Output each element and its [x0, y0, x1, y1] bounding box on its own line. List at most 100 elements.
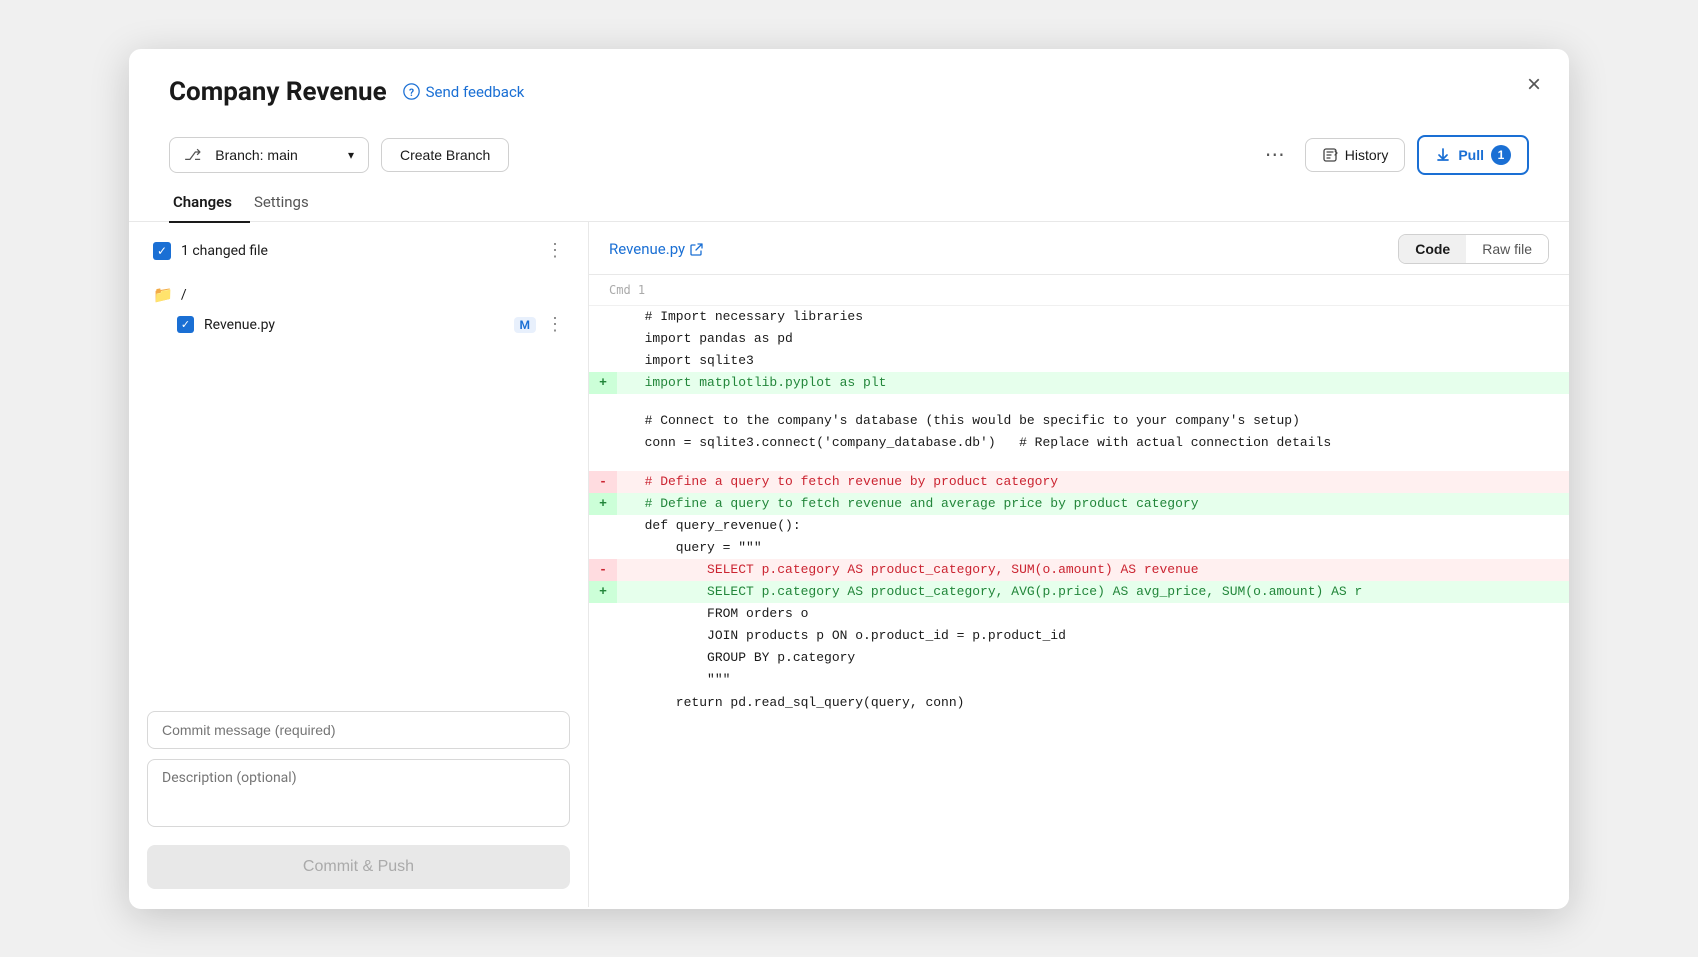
changed-files-header: ✓ 1 changed file ⋮ [147, 240, 570, 275]
code-spacer [589, 394, 1569, 410]
description-input[interactable] [147, 759, 570, 827]
pull-icon [1435, 147, 1451, 163]
code-line-text: # Connect to the company's database (thi… [617, 410, 1312, 432]
code-line: GROUP BY p.category [589, 647, 1569, 669]
view-code-button[interactable]: Code [1399, 235, 1466, 263]
code-line-text: JOIN products p ON o.product_id = p.prod… [617, 625, 1078, 647]
code-line-text: """ [617, 669, 742, 691]
code-line-prefix [589, 306, 617, 328]
tabs-bar: Changes Settings [129, 185, 1569, 223]
pull-count-badge: 1 [1491, 145, 1511, 165]
code-line: + # Define a query to fetch revenue and … [589, 493, 1569, 515]
code-line-text: import matplotlib.pyplot as plt [617, 372, 898, 394]
code-line: - # Define a query to fetch revenue by p… [589, 471, 1569, 493]
toolbar: ⎇ Branch: main ▾ Create Branch ⋯ History… [129, 125, 1569, 185]
file-item-name: Revenue.py [204, 317, 504, 333]
code-line-text: SELECT p.category AS product_category, S… [617, 559, 1211, 581]
code-line: def query_revenue(): [589, 515, 1569, 537]
branch-label: Branch: main [215, 147, 340, 163]
code-line-prefix: + [589, 372, 617, 394]
commit-area: Commit & Push [147, 697, 570, 907]
left-panel: ✓ 1 changed file ⋮ 📁 / ✓ Revenue.py M ⋮ [129, 222, 589, 907]
commit-push-button[interactable]: Commit & Push [147, 845, 570, 889]
code-line: import pandas as pd [589, 328, 1569, 350]
file-link-name: Revenue.py [609, 240, 685, 258]
code-line-text: FROM orders o [617, 603, 820, 625]
pull-label: Pull [1458, 147, 1484, 163]
history-label: History [1345, 147, 1389, 163]
code-line: query = """ [589, 537, 1569, 559]
modal-title: Company Revenue [169, 77, 387, 107]
code-line-prefix [589, 537, 617, 559]
code-line-text: return pd.read_sql_query(query, conn) [617, 692, 976, 714]
chevron-down-icon: ▾ [348, 148, 354, 162]
tab-settings[interactable]: Settings [250, 185, 327, 223]
code-line-text: # Define a query to fetch revenue by pro… [617, 471, 1070, 493]
file-options-button[interactable]: ⋮ [546, 314, 564, 335]
code-line-prefix: + [589, 493, 617, 515]
code-line-prefix [589, 328, 617, 350]
files-options-button[interactable]: ⋮ [546, 240, 564, 261]
code-line: conn = sqlite3.connect('company_database… [589, 432, 1569, 454]
code-line-prefix [589, 350, 617, 372]
code-line-text: SELECT p.category AS product_category, A… [617, 581, 1374, 603]
content-area: ✓ 1 changed file ⋮ 📁 / ✓ Revenue.py M ⋮ [129, 222, 1569, 907]
history-button[interactable]: History [1305, 138, 1406, 172]
code-line-text: def query_revenue(): [617, 515, 813, 537]
code-line-text: import pandas as pd [617, 328, 805, 350]
more-options-button[interactable]: ⋯ [1257, 138, 1293, 171]
cmd-hint: Cmd 1 [589, 275, 1569, 306]
code-line-text: conn = sqlite3.connect('company_database… [617, 432, 1343, 454]
send-feedback-link[interactable]: ? Send feedback [403, 83, 525, 101]
file-tree: 📁 / ✓ Revenue.py M ⋮ [147, 275, 570, 347]
main-modal: Company Revenue ? Send feedback × ⎇ Bran… [129, 49, 1569, 909]
history-icon [1322, 147, 1338, 163]
code-line-text: query = """ [617, 537, 774, 559]
code-line-prefix [589, 432, 617, 454]
more-icon: ⋯ [1265, 144, 1285, 166]
code-line-prefix [589, 692, 617, 714]
feedback-icon: ? [403, 83, 420, 100]
code-line: JOIN products p ON o.product_id = p.prod… [589, 625, 1569, 647]
modal-header: Company Revenue ? Send feedback × [129, 49, 1569, 125]
code-line: + import matplotlib.pyplot as plt [589, 372, 1569, 394]
code-line-text: # Import necessary libraries [617, 306, 875, 328]
code-spacer [589, 455, 1569, 471]
pull-button[interactable]: Pull 1 [1417, 135, 1529, 175]
external-link-icon [690, 243, 703, 256]
code-line-prefix [589, 669, 617, 691]
branch-icon: ⎇ [184, 146, 201, 164]
right-panel: Revenue.py Code Raw file Cmd 1 # Import … [589, 222, 1569, 907]
code-line-text: import sqlite3 [617, 350, 766, 372]
folder-row: 📁 / [147, 281, 570, 308]
svg-text:?: ? [409, 88, 414, 99]
changed-files-count: 1 changed file [181, 243, 536, 259]
file-row[interactable]: ✓ Revenue.py M ⋮ [147, 308, 570, 341]
create-branch-button[interactable]: Create Branch [381, 138, 509, 172]
code-line-prefix [589, 625, 617, 647]
view-raw-button[interactable]: Raw file [1466, 235, 1548, 263]
code-line: # Connect to the company's database (thi… [589, 410, 1569, 432]
all-files-checkbox[interactable]: ✓ [153, 242, 171, 260]
code-line-prefix [589, 647, 617, 669]
code-line-prefix: - [589, 559, 617, 581]
code-line-prefix [589, 515, 617, 537]
close-button[interactable]: × [1527, 73, 1541, 97]
code-block: # Import necessary libraries import pand… [589, 306, 1569, 714]
code-line: import sqlite3 [589, 350, 1569, 372]
commit-message-input[interactable] [147, 711, 570, 749]
code-line-prefix: - [589, 471, 617, 493]
branch-select[interactable]: ⎇ Branch: main ▾ [169, 137, 369, 173]
code-line: """ [589, 669, 1569, 691]
file-checkbox[interactable]: ✓ [177, 316, 194, 333]
file-link[interactable]: Revenue.py [609, 240, 703, 258]
code-area[interactable]: # Import necessary libraries import pand… [589, 306, 1569, 907]
tab-changes[interactable]: Changes [169, 185, 250, 223]
code-line-prefix: + [589, 581, 617, 603]
file-header: Revenue.py Code Raw file [589, 222, 1569, 275]
code-line-prefix [589, 410, 617, 432]
code-line-text: GROUP BY p.category [617, 647, 867, 669]
view-toggle: Code Raw file [1398, 234, 1549, 264]
code-line: # Import necessary libraries [589, 306, 1569, 328]
code-line: - SELECT p.category AS product_category,… [589, 559, 1569, 581]
